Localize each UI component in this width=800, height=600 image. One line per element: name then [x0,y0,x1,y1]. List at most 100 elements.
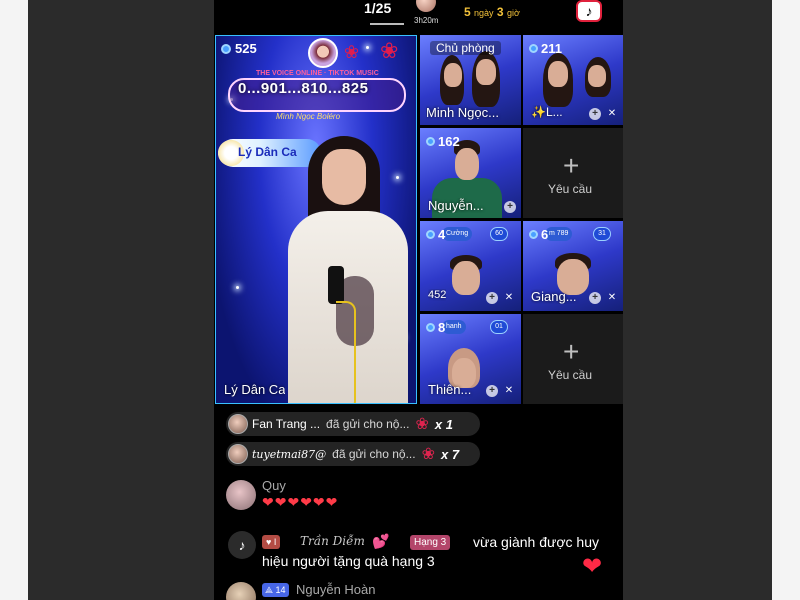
comment-username[interactable]: Quy [262,478,286,493]
viewer-count: 162 [438,134,460,149]
guest-name: Giang... [531,289,577,304]
viewer-icon [426,137,435,146]
guest-face [444,63,462,87]
sparkle-decoration [236,286,239,289]
guest-face [588,65,606,87]
gift-sender-name[interactable]: tuyetmai87@ [252,448,326,461]
avatar[interactable] [228,444,248,464]
comment-message: ❤❤❤❤❤❤ [262,494,339,510]
guest-name: ✨L... [531,105,563,119]
singer-face [322,149,366,205]
score-badge: 01 [490,320,508,334]
add-icon[interactable]: + [589,292,601,304]
viewer-icon [221,43,231,54]
guest-tile[interactable]: hanh 01 8 Thiên... + ✕ [420,314,521,404]
speaker-name: Lý Dân Ca [224,382,286,397]
name-tag: Cường [442,227,473,241]
request-label[interactable]: Yêu cầu [548,182,592,196]
request-slot[interactable]: + Yêu cầu [523,128,623,218]
live-room: 1/25 3h20m 5 ngày 3 giờ ♪ 525 ❀ ❀ THE VO… [214,0,623,600]
banner-number: 0...901...810...825 [238,80,369,97]
viewer-count-badge: 4 [426,227,445,242]
avatar[interactable] [226,480,256,510]
rose-gift-icon: ❀ [421,446,435,463]
right-margin [772,0,800,600]
gift-action: đã gửi cho nộ... [326,417,410,431]
gift-notification: Fan Trang ... đã gửi cho nộ... ❀ x 1 [226,412,480,436]
main-speaker-tile[interactable]: 525 ❀ ❀ THE VOICE ONLINE · TIKTOK MUSIC … [215,35,417,404]
host-avatar[interactable] [416,0,436,12]
guest-tile-host[interactable]: Chủ phòng Minh Ngọc... [420,35,521,125]
guest-tile[interactable]: Cường 60 4 452 + ✕ [420,221,521,311]
gift-count: x 7 [440,446,460,462]
viewer-count: 6 [541,227,549,242]
guest-tile[interactable]: 211 ✨L... + ✕ [523,35,623,125]
countdown-day-unit: ngày [474,8,494,18]
heart-icon[interactable]: ❤ [582,552,602,581]
viewer-count-badge: 525 [221,41,257,56]
mic-cable [336,301,356,403]
name-tag: m 789 [545,227,573,241]
countdown-hour-unit: giờ [506,8,520,18]
countdown-days: 5 [464,5,471,19]
guest-name: Nguyễn... [428,198,484,213]
add-icon[interactable]: + [504,201,516,213]
guest-tile[interactable]: 162 Nguyễn... + [420,128,521,218]
tiktok-icon[interactable]: ♪ [576,0,602,22]
host-duration: 3h20m [414,16,439,25]
page-indicator [370,23,404,25]
mic-muted-icon: ✕ [607,292,617,303]
channel-logo [308,38,338,68]
add-icon[interactable]: + [486,292,498,304]
guest-face [452,261,480,295]
score-badge: 31 [593,227,611,241]
guest-name: 452 [428,289,447,301]
mic-muted-icon: ✕ [607,108,617,119]
rose-icon: ❀ [380,38,399,63]
page-counter[interactable]: 1/25 [364,0,391,16]
viewer-icon [426,323,435,332]
plus-icon[interactable]: + [563,150,579,182]
mic-muted-icon: ✕ [504,292,514,303]
add-icon[interactable]: + [486,385,498,397]
viewer-count-badge: 8 [426,320,445,335]
guest-tile[interactable]: m 789 31 6 Giang... + ✕ [523,221,623,311]
guest-name: Thiên... [428,382,472,397]
gift-count: x 1 [434,416,453,432]
microphone-icon [328,266,344,304]
guest-face [476,59,496,85]
add-icon[interactable]: + [589,108,601,120]
viewer-count-badge: 211 [529,41,562,56]
user-level-badge: ⟁ 14 [262,583,289,597]
gift-notification: tuyetmai87@ đã gửi cho nộ... ❀ x 7 [226,442,480,466]
system-message: vừa giành được huy hiệu người tặng quà h… [262,534,599,569]
comment-username[interactable]: Nguyễn Hoàn [296,582,376,597]
guest-name: Minh Ngọc... [426,105,499,120]
banner-subtitle: Mình Ngọc Boléro [276,112,341,121]
rose-gift-icon: ❀ [415,416,429,433]
screen: 1/25 3h20m 5 ngày 3 giờ ♪ 525 ❀ ❀ THE VO… [0,0,800,600]
viewer-count: 211 [541,41,562,56]
request-slot[interactable]: + Yêu cầu [523,314,623,404]
user-level: 14 [275,585,286,595]
viewer-count-badge: 162 [426,134,460,149]
name-tag: hanh [442,320,466,334]
rose-icon: ❀ [344,42,360,62]
score-badge: 60 [490,227,508,241]
viewer-icon [529,44,538,53]
singer-video [278,131,416,403]
sparkle-decoration [366,46,369,49]
viewer-icon [426,230,435,239]
left-margin [0,0,28,600]
countdown-timer: 5 ngày 3 giờ [464,5,520,19]
banner-heading: THE VOICE ONLINE · TIKTOK MUSIC [256,70,379,77]
gift-sender-name[interactable]: Fan Trang ... [252,417,320,431]
avatar[interactable] [228,414,248,434]
gift-action: đã gửi cho nộ... [332,447,416,461]
viewer-count: 8 [438,320,446,335]
request-label[interactable]: Yêu cầu [548,368,592,382]
plus-icon[interactable]: + [563,336,579,368]
countdown-hours: 3 [496,5,504,19]
avatar[interactable] [226,582,256,600]
top-bar: 1/25 3h20m 5 ngày 3 giờ ♪ [214,0,623,30]
